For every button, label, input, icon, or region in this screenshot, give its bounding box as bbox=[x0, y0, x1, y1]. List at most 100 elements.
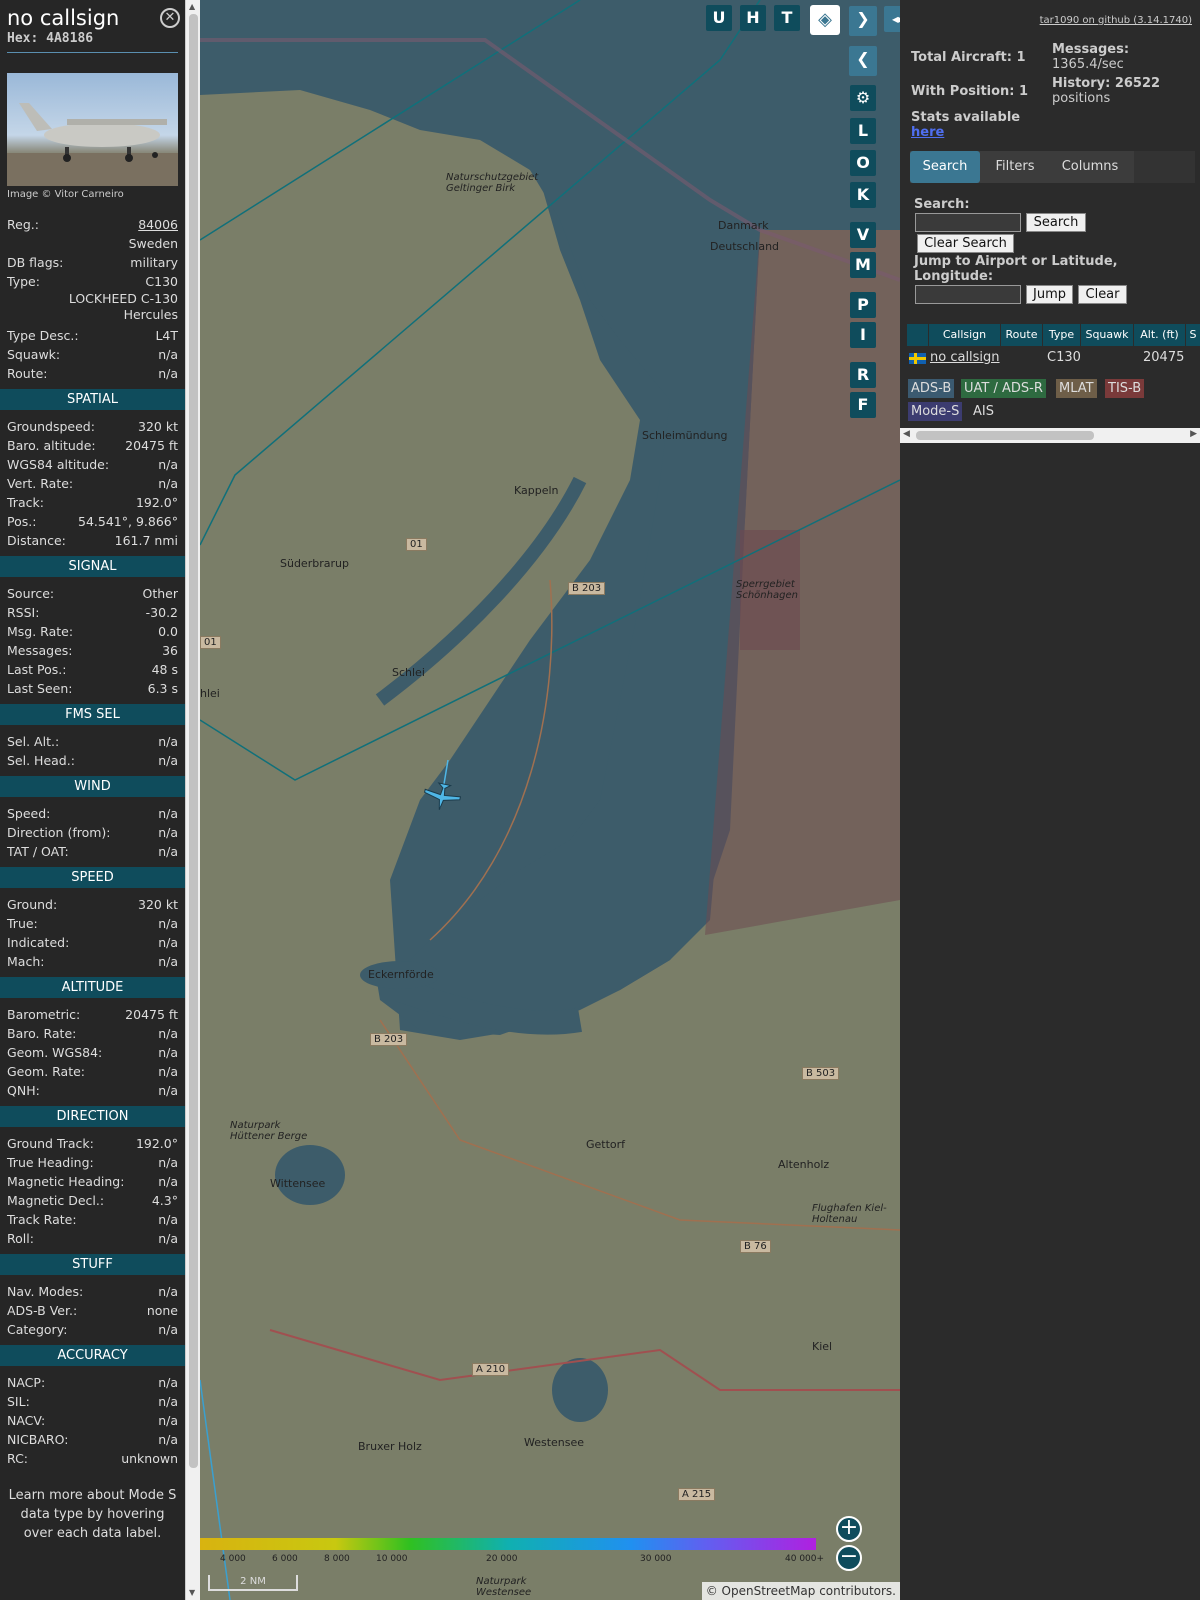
sidebar-scrollbar[interactable]: ▲ ▼ bbox=[185, 0, 200, 1600]
zoom-in-button[interactable]: + bbox=[836, 1516, 862, 1542]
table-row[interactable]: no callsign C130 20475 bbox=[907, 347, 1200, 369]
detail-label[interactable]: Source: bbox=[7, 584, 54, 603]
detail-label[interactable]: SIL: bbox=[7, 1392, 30, 1411]
detail-label[interactable]: Magnetic Decl.: bbox=[7, 1191, 104, 1210]
map-button-o[interactable]: O bbox=[850, 150, 876, 176]
detail-label[interactable]: Distance: bbox=[7, 531, 66, 550]
column-route[interactable]: Route bbox=[1001, 324, 1043, 346]
detail-label[interactable]: Messages: bbox=[7, 641, 73, 660]
close-icon[interactable]: ✕ bbox=[160, 8, 180, 28]
detail-label[interactable]: Baro. Rate: bbox=[7, 1024, 76, 1043]
detail-label[interactable]: NACV: bbox=[7, 1411, 45, 1430]
scrollbar-thumb[interactable] bbox=[189, 14, 198, 1468]
map-button-v[interactable]: V bbox=[850, 222, 876, 248]
detail-label[interactable]: NICBARO: bbox=[7, 1430, 68, 1449]
search-input[interactable] bbox=[915, 213, 1021, 232]
aircraft-photo[interactable] bbox=[7, 73, 178, 186]
detail-label[interactable]: Direction (from): bbox=[7, 823, 111, 842]
detail-label[interactable]: Nav. Modes: bbox=[7, 1282, 83, 1301]
scrollbar-thumb[interactable] bbox=[916, 431, 1094, 440]
map-button-r[interactable]: R bbox=[850, 362, 876, 388]
column-altitude[interactable]: Alt. (ft) bbox=[1134, 324, 1186, 346]
detail-label[interactable]: Mach: bbox=[7, 952, 44, 971]
map-button-f[interactable]: F bbox=[850, 392, 876, 418]
tab-extra[interactable] bbox=[1134, 151, 1195, 183]
detail-label[interactable]: Barometric: bbox=[7, 1005, 80, 1024]
search-button[interactable]: Search bbox=[1026, 213, 1086, 232]
map-button-h[interactable]: H bbox=[740, 5, 766, 31]
detail-label[interactable]: Track: bbox=[7, 493, 44, 512]
stats-link[interactable]: here bbox=[911, 125, 944, 140]
detail-label[interactable]: Last Pos.: bbox=[7, 660, 66, 679]
settings-button[interactable]: ⚙ bbox=[850, 85, 876, 111]
detail-label[interactable]: QNH: bbox=[7, 1081, 40, 1100]
detail-label[interactable]: True Heading: bbox=[7, 1153, 94, 1172]
map-place-label: B 503 bbox=[802, 1067, 840, 1080]
detail-label[interactable]: RC: bbox=[7, 1449, 28, 1468]
expand-panel-button[interactable]: ❯ bbox=[849, 6, 877, 36]
table-horizontal-scrollbar[interactable]: ◀ ▶ bbox=[900, 428, 1200, 443]
detail-label[interactable]: NACP: bbox=[7, 1373, 45, 1392]
map-button-p[interactable]: P bbox=[850, 292, 876, 318]
row-callsign[interactable]: no callsign bbox=[930, 347, 1000, 369]
detail-value: -30.2 bbox=[145, 605, 178, 620]
map-button-k[interactable]: K bbox=[850, 182, 876, 208]
section-header-fms-sel: FMS SEL bbox=[0, 704, 185, 725]
detail-label[interactable]: Geom. Rate: bbox=[7, 1062, 85, 1081]
aircraft-marker[interactable] bbox=[422, 782, 462, 812]
map-button-t[interactable]: T bbox=[774, 5, 800, 31]
column-flag[interactable] bbox=[907, 324, 929, 346]
detail-label[interactable]: Pos.: bbox=[7, 512, 36, 531]
detail-label[interactable]: Last Seen: bbox=[7, 679, 72, 698]
layers-button[interactable]: ◈ bbox=[810, 5, 840, 35]
detail-label[interactable]: Category: bbox=[7, 1320, 67, 1339]
zoom-out-button[interactable]: − bbox=[836, 1545, 862, 1571]
map-button-m[interactable]: M bbox=[850, 252, 876, 278]
type-label: Type: bbox=[7, 274, 40, 289]
detail-label[interactable]: Speed: bbox=[7, 804, 50, 823]
detail-label[interactable]: RSSI: bbox=[7, 603, 39, 622]
clear-button[interactable]: Clear bbox=[1078, 285, 1127, 304]
tab-columns[interactable]: Columns bbox=[1050, 151, 1130, 183]
detail-label[interactable]: True: bbox=[7, 914, 38, 933]
map-view[interactable]: Naturschutzgebiet Geltinger Birk Danmark D… bbox=[200, 0, 900, 1600]
detail-label[interactable]: Magnetic Heading: bbox=[7, 1172, 124, 1191]
detail-row: Category: n/a bbox=[0, 1320, 185, 1339]
detail-label[interactable]: WGS84 altitude: bbox=[7, 455, 109, 474]
detail-label[interactable]: Roll: bbox=[7, 1229, 34, 1248]
detail-label[interactable]: Geom. WGS84: bbox=[7, 1043, 102, 1062]
tab-search[interactable]: Search bbox=[910, 151, 980, 183]
hide-sidebar-button[interactable]: ◂▸ bbox=[884, 6, 900, 32]
map-place-label: Wittensee bbox=[270, 1177, 326, 1190]
map-button-l[interactable]: L bbox=[850, 118, 876, 144]
map-button-i[interactable]: I bbox=[850, 322, 876, 348]
column-type[interactable]: Type bbox=[1043, 324, 1081, 346]
detail-label[interactable]: Sel. Alt.: bbox=[7, 732, 59, 751]
detail-label[interactable]: Sel. Head.: bbox=[7, 751, 75, 770]
detail-row: Last Pos.: 48 s bbox=[0, 660, 185, 679]
column-squawk[interactable]: Squawk bbox=[1081, 324, 1134, 346]
detail-label[interactable]: Indicated: bbox=[7, 933, 69, 952]
column-callsign[interactable]: Callsign bbox=[929, 324, 1001, 346]
map-place-label: B 203 bbox=[370, 1033, 408, 1046]
messages-label: Messages: bbox=[1052, 42, 1130, 57]
github-link[interactable]: tar1090 on github (3.14.1740) bbox=[1040, 12, 1192, 27]
detail-label[interactable]: ADS-B Ver.: bbox=[7, 1301, 77, 1320]
clear-search-button[interactable]: Clear Search bbox=[917, 234, 1014, 253]
detail-label[interactable]: Ground: bbox=[7, 895, 57, 914]
detail-label[interactable]: Vert. Rate: bbox=[7, 474, 73, 493]
detail-label[interactable]: TAT / OAT: bbox=[7, 842, 69, 861]
reg-link[interactable]: 84006 bbox=[138, 215, 178, 234]
detail-label[interactable]: Track Rate: bbox=[7, 1210, 77, 1229]
collapse-panel-button[interactable]: ❮ bbox=[849, 46, 877, 76]
map-button-u[interactable]: U bbox=[706, 5, 732, 31]
jump-input[interactable] bbox=[915, 285, 1021, 304]
detail-label[interactable]: Baro. altitude: bbox=[7, 436, 96, 455]
tab-filters[interactable]: Filters bbox=[982, 151, 1048, 183]
detail-label[interactable]: Groundspeed: bbox=[7, 417, 95, 436]
detail-label[interactable]: Ground Track: bbox=[7, 1134, 94, 1153]
column-speed[interactable]: S bbox=[1186, 324, 1200, 346]
jump-button[interactable]: Jump bbox=[1026, 285, 1073, 304]
detail-label[interactable]: Msg. Rate: bbox=[7, 622, 73, 641]
reg-label: Reg.: bbox=[7, 217, 39, 232]
